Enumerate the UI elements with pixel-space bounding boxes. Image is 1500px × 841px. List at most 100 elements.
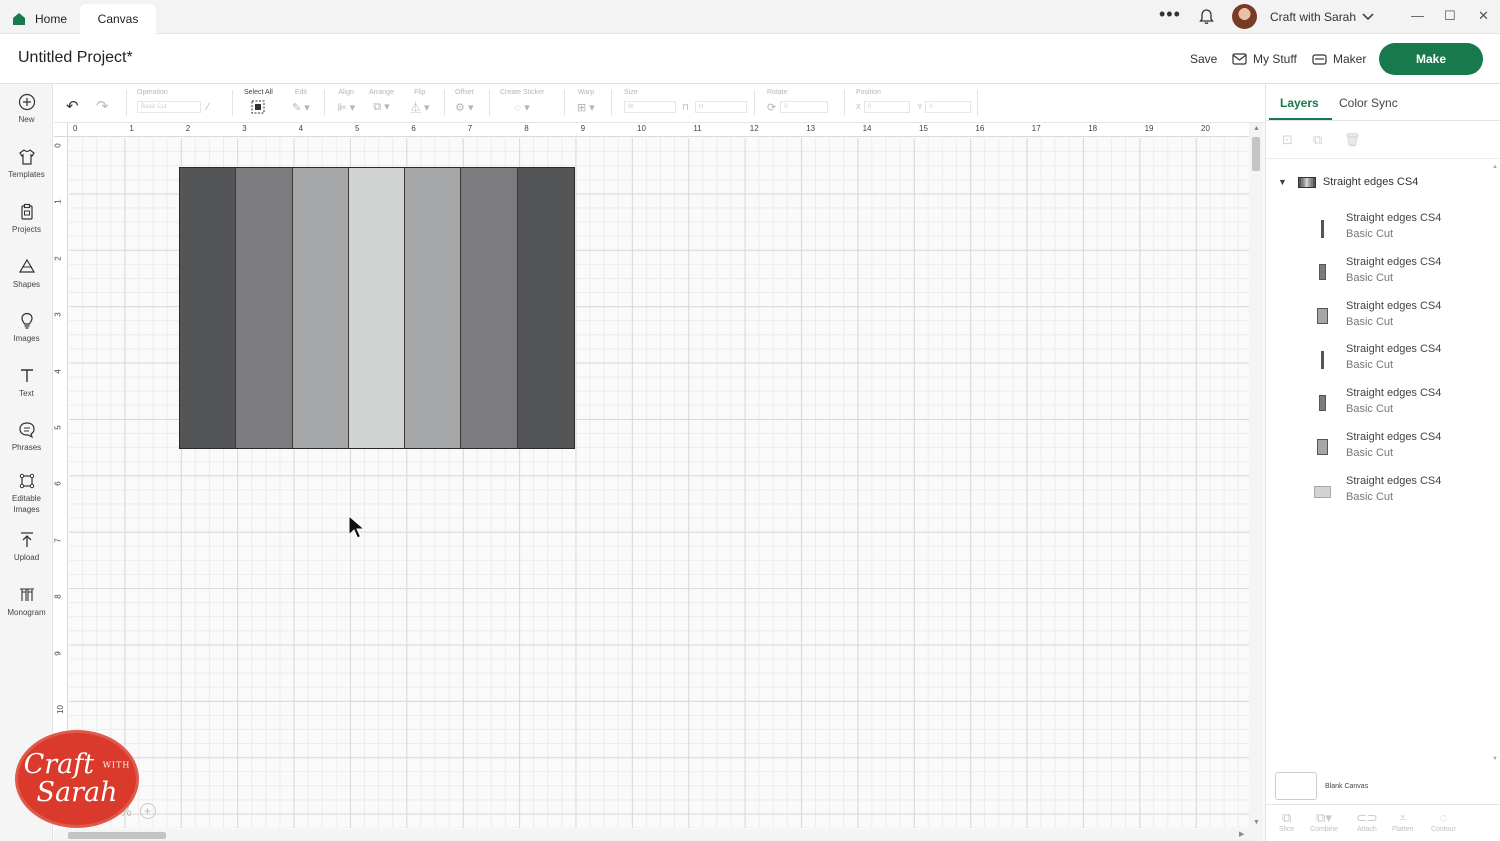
tab-layers[interactable]: Layers (1280, 96, 1319, 110)
sidebar-label: Templates (8, 170, 45, 179)
x-field[interactable]: 0 (863, 101, 910, 113)
tab-color-sync[interactable]: Color Sync (1339, 96, 1398, 110)
flip-button[interactable]: Flip ⏅ ▾ (410, 89, 430, 114)
sidebar-item-monogram[interactable]: Monogram (0, 586, 53, 618)
sidebar-item-shapes[interactable]: Shapes (0, 258, 53, 290)
contour-button[interactable]: ◌ Contour (1431, 810, 1456, 833)
lock-icon[interactable]: ⊓ (682, 102, 689, 113)
rotate-icon: ⟳ (767, 101, 777, 114)
layer-item[interactable]: Straight edges CS4 Basic Cut (1313, 475, 1493, 509)
edit-button[interactable]: Edit ✎ ▾ (292, 89, 310, 114)
layer-item[interactable]: Straight edges CS4 Basic Cut (1313, 343, 1493, 377)
sidebar-item-upload[interactable]: Upload (0, 531, 53, 563)
scroll-up-icon[interactable]: ▲ (1253, 125, 1260, 132)
arrange-button[interactable]: Arrange ⧉ ▾ (369, 89, 394, 114)
avatar[interactable] (1232, 4, 1257, 29)
ellipsis-icon[interactable]: ••• (1159, 0, 1181, 31)
bell-icon[interactable] (1199, 0, 1214, 34)
panel-scroll-up-icon[interactable]: ▲ (1492, 164, 1498, 170)
combine-button[interactable]: ⧉▾ Combine (1310, 810, 1338, 833)
layer-item[interactable]: Straight edges CS4 Basic Cut (1313, 256, 1493, 290)
tab-home[interactable]: Home (12, 4, 67, 34)
duplicate-icon[interactable]: ⧉ (1313, 132, 1329, 148)
size-control[interactable]: Size W ⊓ H (624, 89, 748, 114)
horizontal-scroll-thumb[interactable] (68, 832, 166, 839)
maximize-icon[interactable]: ☐ (1444, 8, 1456, 24)
logo-craft: Craft (23, 748, 95, 780)
maker-button[interactable]: Maker (1312, 52, 1366, 66)
clipboard-icon (20, 203, 33, 220)
sidebar-item-text[interactable]: Text (0, 367, 53, 399)
stripe-design-group[interactable] (179, 167, 575, 449)
stripe-shape[interactable] (292, 168, 349, 448)
vertical-scrollbar[interactable]: ▲ ▼ (1249, 123, 1263, 841)
y-field[interactable]: 0 (925, 101, 972, 113)
layer-item[interactable]: Straight edges CS4 Basic Cut (1313, 387, 1493, 421)
stripe-shape[interactable] (348, 168, 406, 448)
undo-icon[interactable]: ↶ (66, 97, 79, 115)
offset-button[interactable]: Offset ⚙ ▾ (455, 89, 474, 114)
design-canvas[interactable]: 0 1 2 3 4 5 6 7 8 9 10 11 12 13 14 15 16 17 18 19 20 0123456… (54, 123, 1265, 841)
group-icon[interactable]: ⊡ (1282, 132, 1298, 148)
layer-group[interactable]: ▼ Straight edges CS4 (1278, 176, 1418, 188)
stripe-shape[interactable] (236, 168, 293, 448)
vertical-scroll-thumb[interactable] (1252, 137, 1260, 171)
ruler-top-tick: 14 (862, 124, 872, 133)
pencil-icon: ✎ ▾ (292, 101, 310, 114)
save-button[interactable]: Save (1190, 52, 1217, 66)
ruler-left-tick: 4 (54, 368, 63, 374)
scroll-down-icon[interactable]: ▼ (1253, 819, 1260, 826)
rotate-fields: ⟳ 0 (767, 100, 829, 114)
close-icon[interactable]: ✕ (1478, 8, 1489, 24)
minimize-icon[interactable]: — (1411, 8, 1424, 23)
blank-canvas-row[interactable]: Blank Canvas (1275, 772, 1368, 800)
blank-canvas-swatch[interactable] (1275, 772, 1317, 800)
rotate-field[interactable]: 0 (780, 101, 829, 113)
stripe-shape[interactable] (517, 168, 574, 448)
sidebar-label: Phrases (11, 443, 42, 452)
horizontal-scrollbar[interactable]: ▶ (54, 829, 1249, 841)
layer-operation: Basic Cut (1346, 271, 1394, 284)
width-field[interactable]: W (624, 101, 676, 113)
my-stuff-button[interactable]: My Stuff (1232, 52, 1297, 66)
ruler-top-tick: 5 (355, 124, 360, 133)
make-button[interactable]: Make (1379, 43, 1483, 75)
stripe-shape[interactable] (461, 168, 518, 448)
stripe-shape[interactable] (180, 168, 237, 448)
chevron-down-icon[interactable]: ▼ (1278, 177, 1287, 187)
project-title[interactable]: Untitled Project* (18, 49, 133, 67)
arrange-icon: ⧉ ▾ (373, 101, 390, 113)
tab-canvas[interactable]: Canvas (80, 4, 156, 34)
sidebar-item-projects[interactable]: Projects (0, 203, 53, 235)
rotate-control[interactable]: Rotate ⟳ 0 (767, 89, 829, 114)
trash-icon[interactable]: 🗑 (1344, 132, 1361, 148)
sidebar-item-templates[interactable]: Templates (0, 148, 53, 180)
create-sticker-button[interactable]: Create Sticker ◌ ▾ (500, 89, 544, 114)
operation-label: Operation (137, 89, 168, 96)
layer-item[interactable]: Straight edges CS4 Basic Cut (1313, 431, 1493, 465)
warp-button[interactable]: Warp ⊞ ▾ (577, 89, 595, 114)
operation-select[interactable]: Basic Cut (137, 101, 201, 113)
sidebar-item-new[interactable]: New (0, 93, 53, 125)
zoom-in-icon[interactable]: + (139, 803, 156, 819)
panel-scroll-down-icon[interactable]: ▼ (1492, 756, 1498, 762)
flatten-button[interactable]: ⩡ Flatten (1392, 810, 1413, 833)
stripe-shape[interactable] (405, 168, 462, 448)
operation-control[interactable]: Operation Basic Cut ⁄ (137, 89, 209, 114)
select-all-button[interactable]: Select All (244, 89, 273, 114)
redo-icon[interactable]: ↷ (96, 97, 109, 115)
layer-operation: Basic Cut (1346, 359, 1394, 372)
account-menu[interactable]: Craft with Sarah (1270, 0, 1374, 34)
sidebar-item-phrases[interactable]: Phrases (0, 421, 53, 453)
position-control[interactable]: Position X 0 Y 0 (856, 89, 972, 114)
align-button[interactable]: Align ⊫ ▾ (337, 89, 355, 114)
slice-button[interactable]: ⧉ Slice (1279, 810, 1294, 833)
attach-button[interactable]: ⊂⊃ Attach (1356, 810, 1378, 833)
scroll-right-icon[interactable]: ▶ (1239, 830, 1244, 838)
layer-item[interactable]: Straight edges CS4 Basic Cut (1313, 212, 1493, 246)
layer-item[interactable]: Straight edges CS4 Basic Cut (1313, 300, 1493, 334)
sidebar-item-images[interactable]: Images (0, 312, 53, 344)
layer-swatch (1321, 351, 1324, 370)
sidebar-item-editable-images[interactable]: Editable Images (0, 472, 53, 515)
height-field[interactable]: H (695, 101, 748, 113)
